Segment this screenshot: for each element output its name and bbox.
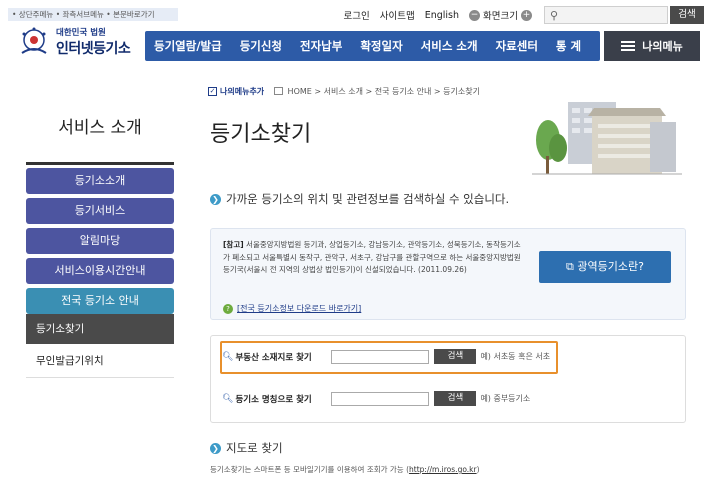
wide-registry-button[interactable]: ⧉ 광역등기소란? bbox=[539, 251, 671, 283]
utility-bar: 로그인 사이트맵 English − 화면크기 + ⚲ 검색 bbox=[334, 6, 704, 24]
name-search-input[interactable] bbox=[331, 391, 430, 406]
external-link-icon: ⧉ bbox=[566, 260, 574, 273]
search-icon: ⚲ bbox=[549, 8, 559, 22]
notice-body: 서울중앙지방법원 등기과, 상업등기소, 강남등기소, 관악등기소, 성북등기소… bbox=[223, 240, 521, 274]
home-icon[interactable] bbox=[274, 87, 283, 95]
zoom-label: 화면크기 bbox=[483, 11, 518, 22]
hamburger-icon bbox=[621, 41, 636, 51]
building-illustration bbox=[532, 102, 682, 175]
sidebar-title: 서비스 소개 bbox=[58, 118, 142, 138]
arrow-right-icon: ❯ bbox=[210, 442, 221, 454]
sidebar-sub-kiosk-location[interactable]: 무인발급기위치 bbox=[26, 344, 174, 378]
wide-registry-label: 광역등기소란? bbox=[577, 260, 644, 273]
zoom-out-icon[interactable]: − bbox=[469, 9, 481, 21]
nav-service-intro[interactable]: 서비스 소개 bbox=[412, 38, 487, 54]
sidebar-sub-find-office[interactable]: 등기소찾기 bbox=[26, 314, 174, 344]
nav-e-payment[interactable]: 전자납부 bbox=[291, 38, 351, 54]
sidebar-divider bbox=[26, 162, 174, 165]
skip-links[interactable]: • 상단주메뉴 • 좌측서브메뉴 • 본문바로가기 bbox=[8, 8, 178, 21]
sidebar-item-notice[interactable]: 알림마당 bbox=[26, 228, 174, 254]
top-search-input[interactable] bbox=[563, 7, 667, 23]
english-link[interactable]: English bbox=[425, 10, 459, 21]
name-search-button[interactable]: 검색 bbox=[434, 391, 477, 406]
search-by-location-row: 🔍︎ 부동산 소재지로 찾기 검색 예) 서초동 혹은 서초 bbox=[222, 349, 550, 364]
location-search-button[interactable]: 검색 bbox=[434, 349, 477, 364]
main-nav: 등기열람/발급 등기신청 전자납부 확정일자 서비스 소개 자료센터 통 계 bbox=[145, 31, 600, 61]
breadcrumb-path: HOME > 서비스 소개 > 전국 등기소 안내 > 등기소찾기 bbox=[287, 87, 480, 96]
checkbox-icon: ✓ bbox=[208, 87, 217, 96]
search-by-name-row: 🔍︎ 등기소 명칭으로 찾기 검색 예) 중부등기소 bbox=[222, 391, 530, 406]
map-description: 등기소찾기는 스마트폰 등 모바일기기를 이용하여 조회가 가능 (http:/… bbox=[210, 464, 480, 475]
mobile-site-link[interactable]: http://m.iros.go.kr bbox=[409, 465, 477, 474]
intro-label: 가까운 등기소의 위치 및 관련정보를 검색하실 수 있습니다. bbox=[226, 192, 510, 206]
question-icon: ? bbox=[223, 303, 233, 314]
arrow-right-icon: ❯ bbox=[210, 193, 221, 205]
page-title: 등기소찾기 bbox=[210, 122, 312, 147]
zoom-control: − 화면크기 + bbox=[469, 8, 532, 22]
nav-registry-view[interactable]: 등기열람/발급 bbox=[145, 38, 231, 54]
site-logo[interactable]: 대한민국 법원 인터넷등기소 bbox=[16, 26, 131, 58]
map-desc-text: 등기소찾기는 스마트폰 등 모바일기기를 이용하여 조회가 가능 ( bbox=[210, 465, 410, 474]
download-link-label: [전국 등기소정보 다운로드 바로가기] bbox=[237, 304, 362, 313]
sidebar-menu: 등기소소개 등기서비스 알림마당 서비스이용시간안내 전국 등기소 안내 등기소… bbox=[26, 168, 174, 378]
court-emblem-icon bbox=[21, 27, 47, 54]
top-search-box: ⚲ bbox=[544, 6, 668, 24]
location-search-input[interactable] bbox=[331, 349, 430, 364]
name-search-hint: 예) 중부등기소 bbox=[480, 394, 531, 403]
sidebar-item-office-intro[interactable]: 등기소소개 bbox=[26, 168, 174, 194]
download-link[interactable]: ? [전국 등기소정보 다운로드 바로가기] bbox=[223, 303, 361, 314]
map-search-heading: ❯ 지도로 찾기 bbox=[210, 440, 283, 456]
top-search-button[interactable]: 검색 bbox=[670, 6, 704, 24]
notice-tag: [참고] bbox=[223, 240, 244, 249]
map-search-title: 지도로 찾기 bbox=[226, 441, 283, 455]
map-desc-end: ) bbox=[476, 465, 480, 474]
logo-subtitle: 대한민국 법원 bbox=[56, 28, 106, 38]
sidebar-item-registry-service[interactable]: 등기서비스 bbox=[26, 198, 174, 224]
nav-fixed-date[interactable]: 확정일자 bbox=[351, 38, 411, 54]
search-name-label: 등기소 명칭으로 찾기 bbox=[235, 394, 312, 405]
breadcrumb: HOME > 서비스 소개 > 전국 등기소 안내 > 등기소찾기 bbox=[274, 86, 480, 97]
add-my-menu-label: 나의메뉴추가 bbox=[220, 87, 265, 96]
nav-statistics[interactable]: 통 계 bbox=[547, 38, 590, 54]
magnifier-icon: 🔍︎ bbox=[222, 393, 234, 404]
search-location-label: 부동산 소재지로 찾기 bbox=[235, 352, 312, 363]
my-menu-label: 나의메뉴 bbox=[642, 40, 683, 53]
nav-registry-apply[interactable]: 등기신청 bbox=[231, 38, 291, 54]
zoom-in-icon[interactable]: + bbox=[521, 9, 532, 21]
nav-data-center[interactable]: 자료센터 bbox=[487, 38, 547, 54]
sidebar-item-nationwide-offices[interactable]: 전국 등기소 안내 bbox=[26, 288, 174, 314]
login-link[interactable]: 로그인 bbox=[344, 8, 370, 22]
sidebar-item-service-hours[interactable]: 서비스이용시간안내 bbox=[26, 258, 174, 284]
magnifier-icon: 🔍︎ bbox=[222, 351, 234, 362]
location-search-hint: 예) 서초동 혹은 서초 bbox=[480, 352, 551, 361]
intro-text: ❯ 가까운 등기소의 위치 및 관련정보를 검색하실 수 있습니다. bbox=[210, 191, 509, 207]
logo-title: 인터넷등기소 bbox=[56, 41, 131, 57]
notice-box: [참고] 서울중앙지방법원 등기과, 상업등기소, 강남등기소, 관악등기소, … bbox=[210, 228, 686, 320]
my-menu-button[interactable]: 나의메뉴 bbox=[604, 31, 700, 61]
sitemap-link[interactable]: 사이트맵 bbox=[380, 8, 415, 22]
add-my-menu-button[interactable]: ✓ 나의메뉴추가 bbox=[208, 86, 264, 97]
notice-text: [참고] 서울중앙지방법원 등기과, 상업등기소, 강남등기소, 관악등기소, … bbox=[223, 239, 523, 277]
